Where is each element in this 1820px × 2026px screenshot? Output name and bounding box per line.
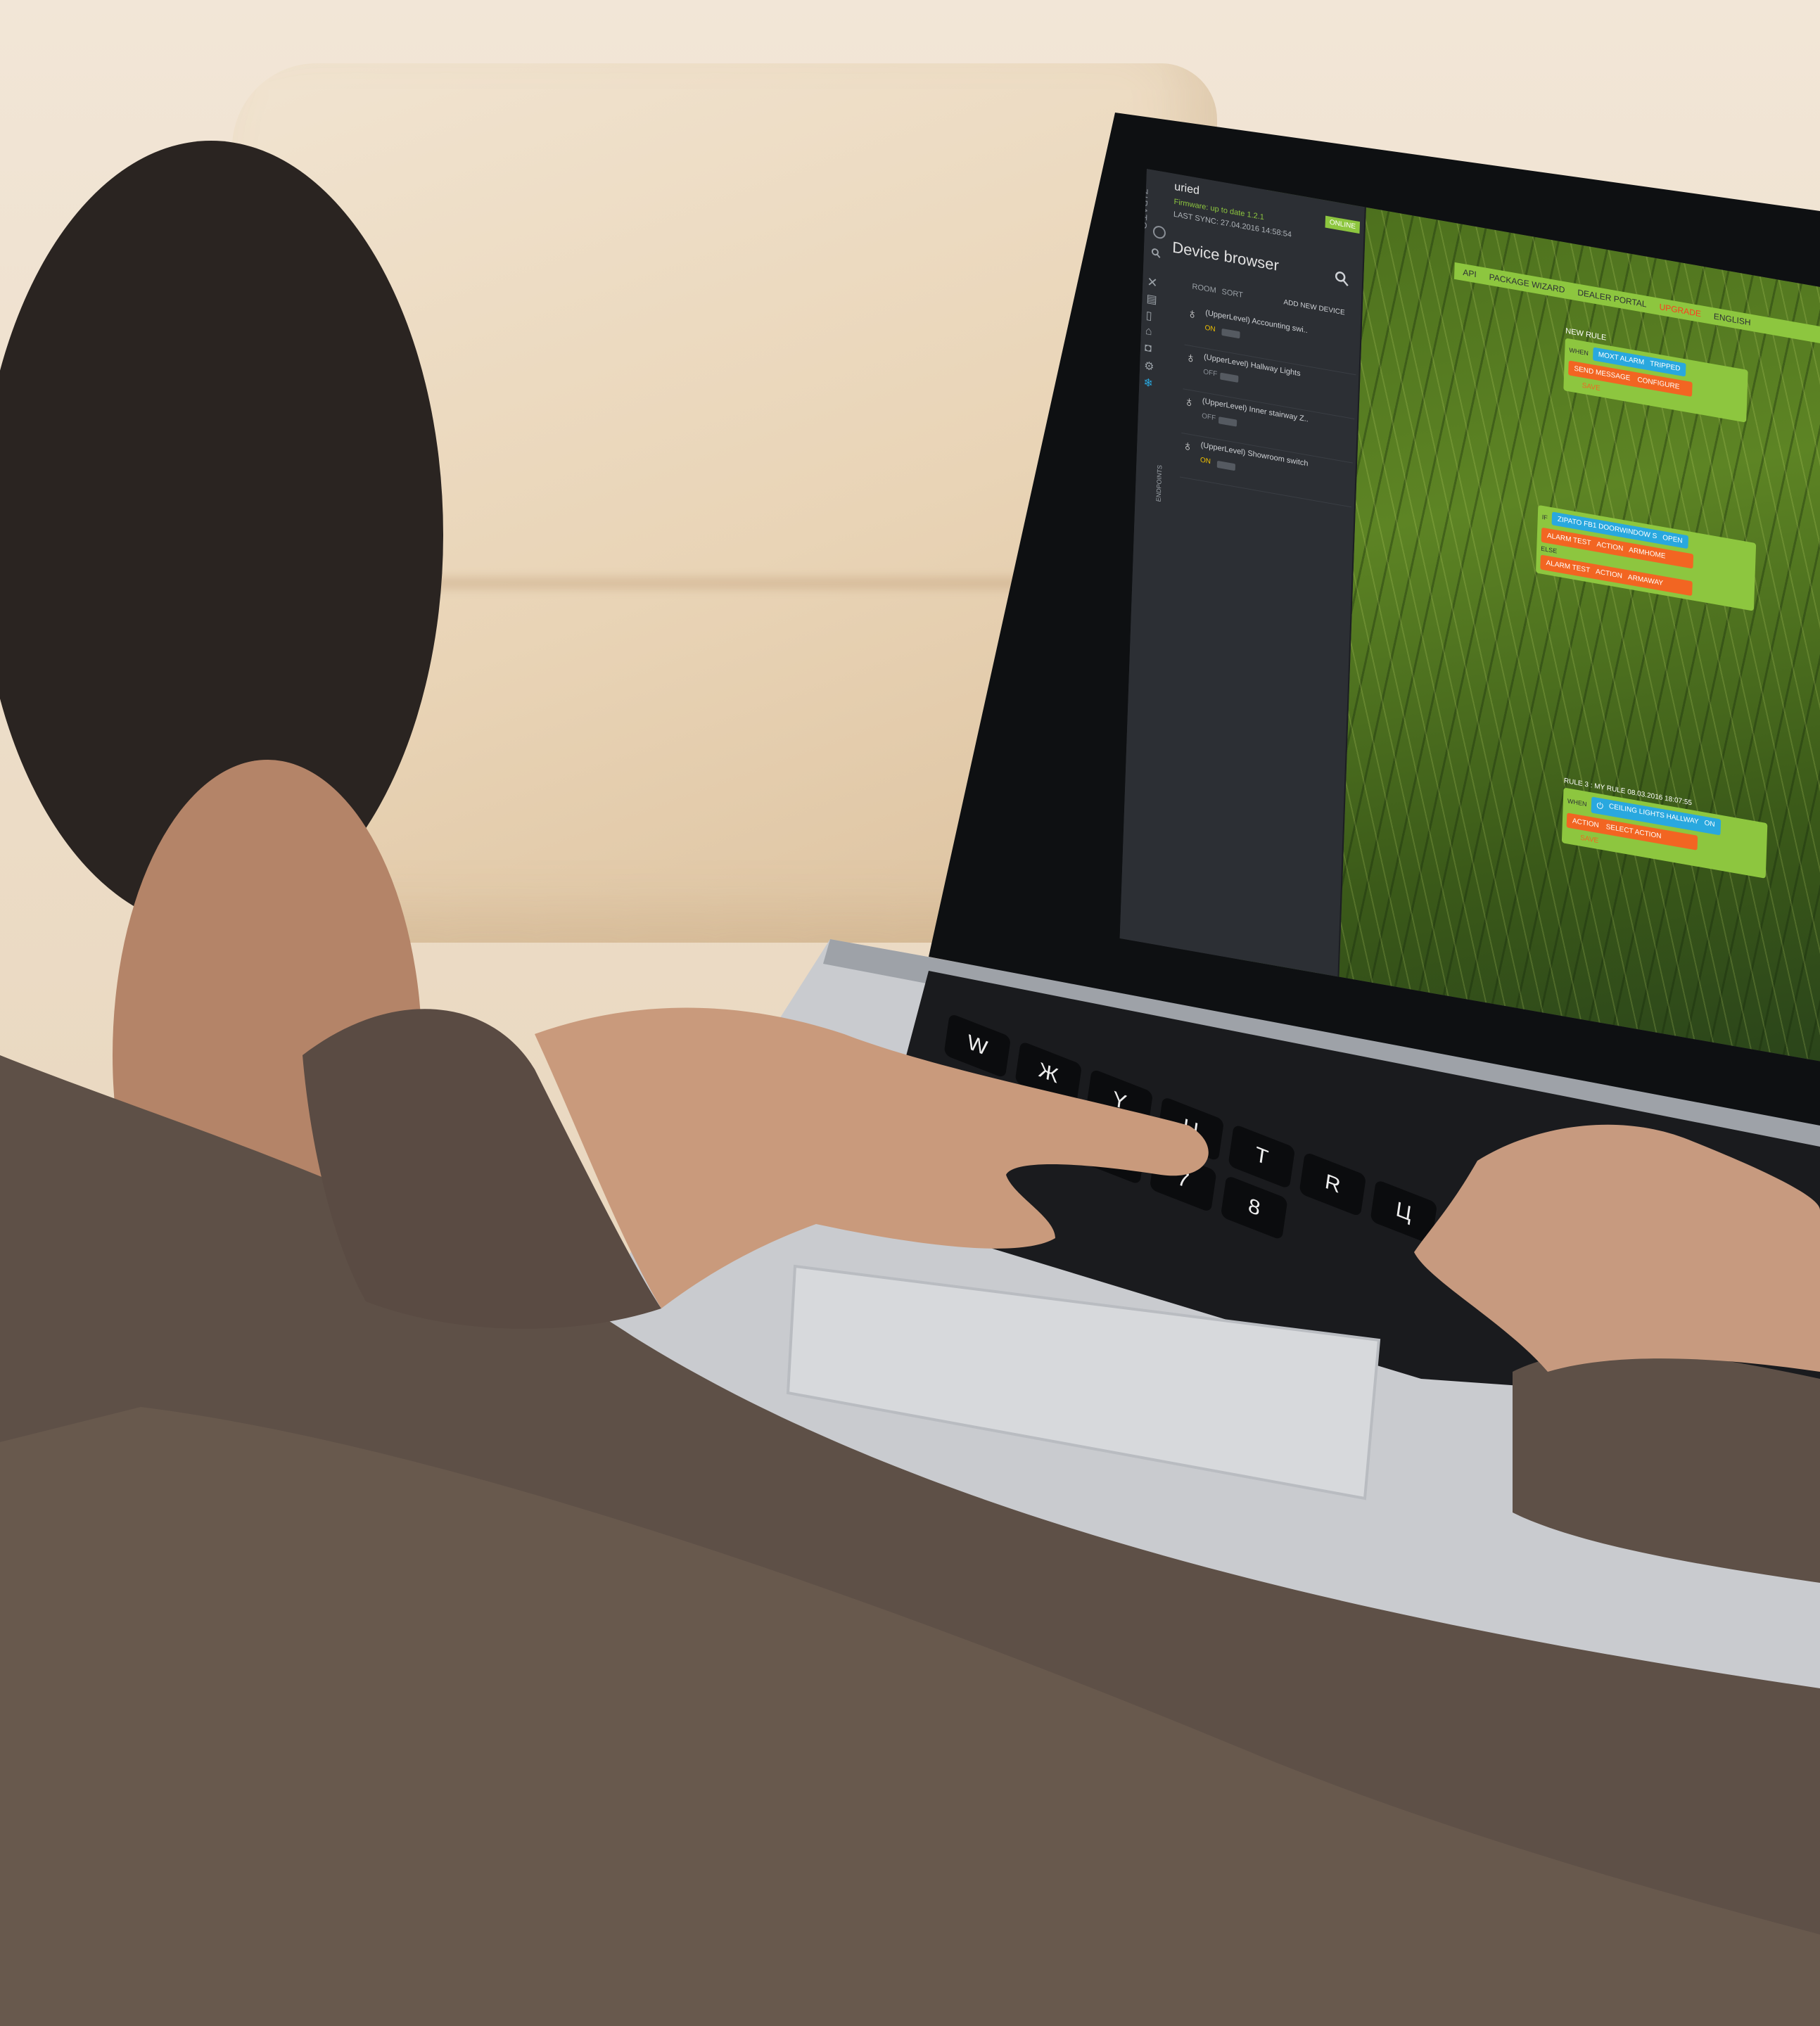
person — [0, 141, 1820, 2026]
